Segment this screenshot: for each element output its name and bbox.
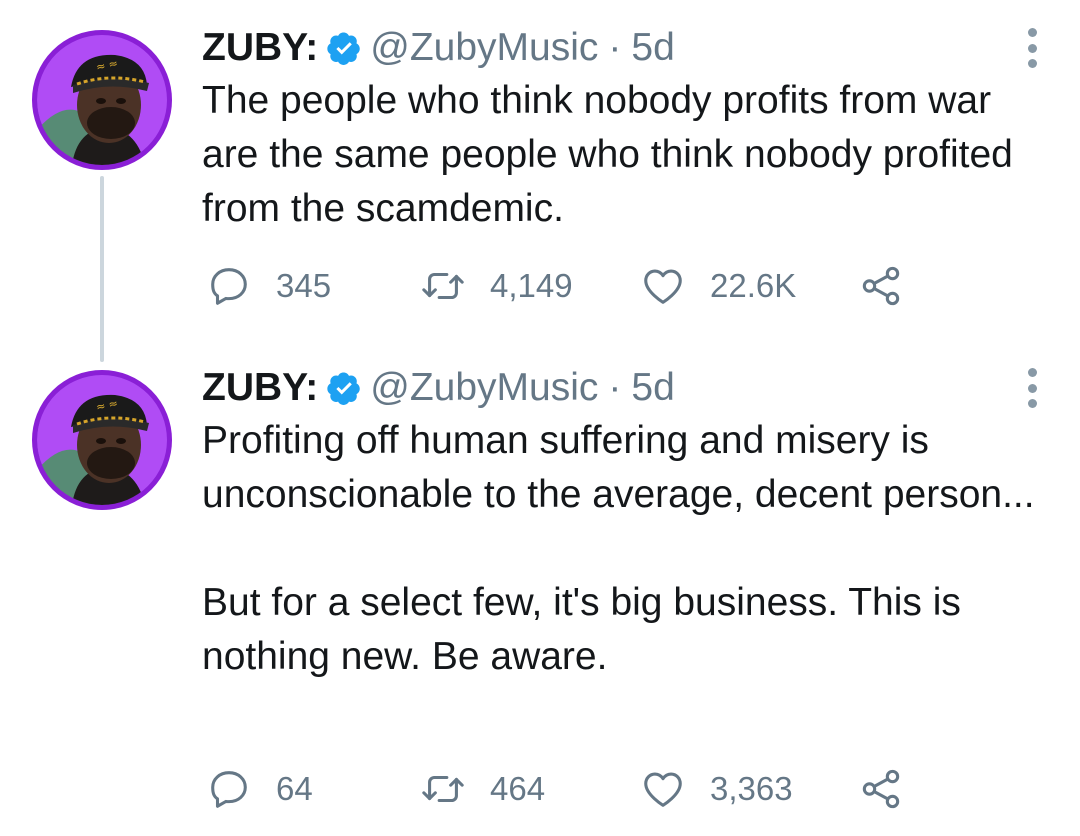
handle[interactable]: @ZubyMusic [370, 366, 598, 410]
reply-button[interactable]: 64 [206, 765, 313, 813]
tweet-header: ZUBY: @ZubyMusic · 5d [202, 364, 675, 412]
reply-icon [211, 268, 247, 305]
retweet-count: 4,149 [490, 267, 573, 304]
tweet[interactable]: ≈ ≈ ZUBY: @ZubyMusic · 5d Profiting off … [0, 340, 1080, 836]
separator-dot: · [608, 366, 622, 409]
more-vertical-icon[interactable] [1026, 368, 1038, 408]
heart-icon [644, 772, 682, 807]
tweet-text: The people who think nobody profits from… [202, 79, 1024, 230]
tweet-text: Profiting off human suffering and misery… [202, 419, 1035, 678]
share-button[interactable] [858, 765, 904, 813]
retweet-button[interactable]: 464 [420, 765, 545, 813]
verified-badge-icon [326, 30, 362, 66]
retweet-icon [422, 775, 464, 803]
like-button[interactable]: 3,363 [640, 765, 793, 813]
reply-count: 345 [276, 267, 332, 304]
share-icon [862, 769, 900, 809]
retweet-button[interactable]: 4,149 [420, 262, 573, 310]
retweet-count: 464 [490, 770, 546, 807]
like-button[interactable]: 22.6K [640, 262, 796, 310]
handle[interactable]: @ZubyMusic [370, 26, 598, 70]
separator-dot: · [608, 26, 622, 69]
tweet-actions: 64 464 3,363 [202, 765, 922, 813]
thread-connector-line [100, 176, 104, 362]
tweet[interactable]: ≈ ≈ ZUBY: @ZubyMusic · 5d The people who… [0, 0, 1080, 362]
heart-icon [644, 269, 682, 304]
avatar[interactable]: ≈ ≈ [32, 30, 172, 170]
timestamp[interactable]: 5d [631, 366, 674, 410]
timestamp[interactable]: 5d [631, 26, 674, 70]
tweet-actions: 345 4,149 22.6K [202, 262, 922, 310]
like-count: 3,363 [710, 770, 793, 807]
display-name[interactable]: ZUBY: [202, 26, 318, 70]
display-name[interactable]: ZUBY: [202, 366, 318, 410]
reply-button[interactable]: 345 [206, 262, 331, 310]
tweet-header: ZUBY: @ZubyMusic · 5d [202, 24, 675, 72]
share-button[interactable] [858, 262, 904, 310]
avatar[interactable]: ≈ ≈ [32, 370, 172, 510]
share-icon [862, 266, 900, 306]
verified-badge-icon [326, 370, 362, 406]
more-vertical-icon[interactable] [1026, 28, 1038, 68]
retweet-icon [422, 272, 464, 300]
reply-count: 64 [276, 770, 313, 807]
reply-icon [211, 771, 247, 808]
like-count: 22.6K [710, 267, 797, 304]
